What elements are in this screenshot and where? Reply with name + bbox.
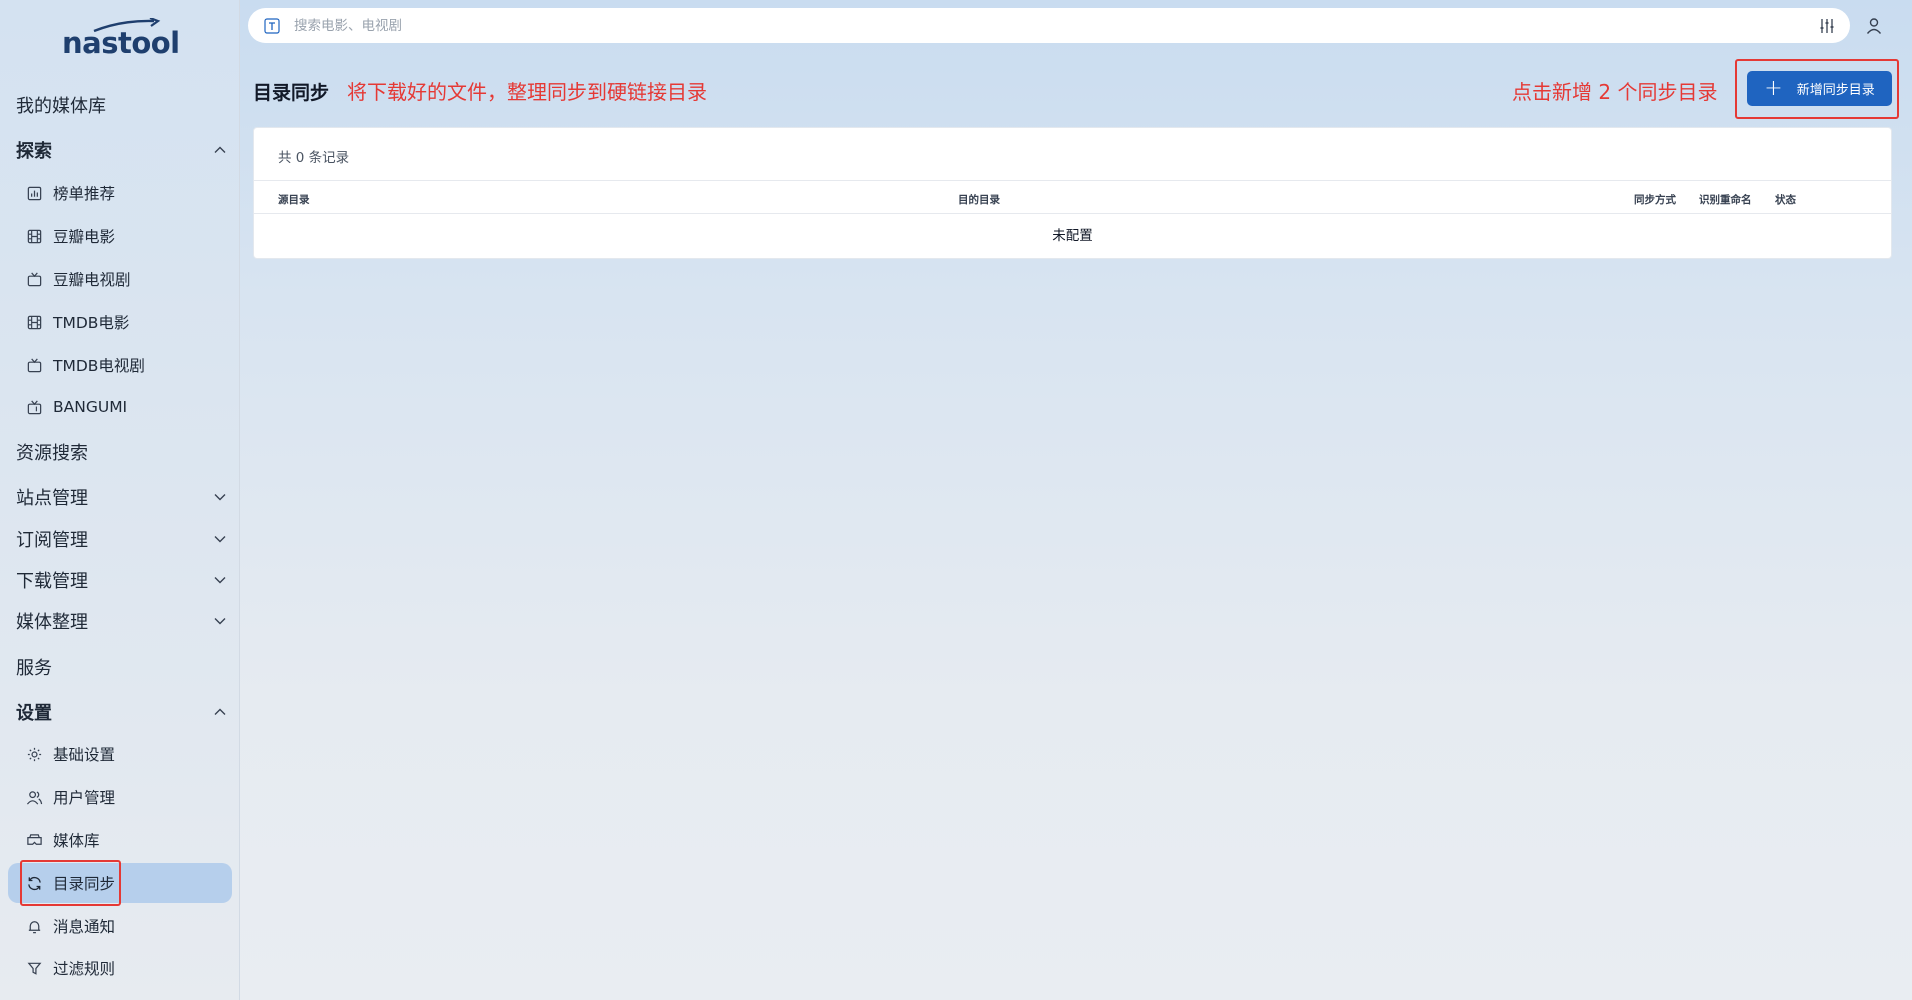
sidebar-item-label: 消息通知	[53, 918, 116, 936]
column-header-destination[interactable]: 目的目录	[958, 192, 1000, 207]
table-header: 源目录 目的目录 同步方式 识别重命名 状态	[254, 180, 1891, 214]
nav-my-library-label: 我的媒体库	[16, 96, 106, 117]
nav-services-label: 服务	[16, 658, 52, 679]
nav-subscription-management[interactable]: 订阅管理	[16, 522, 232, 556]
sidebar-item-label: 基础设置	[53, 746, 116, 764]
sidebar-item-label: TMDB电影	[53, 314, 130, 332]
nav-media-organize[interactable]: 媒体整理	[16, 604, 232, 638]
plus-icon: +	[1764, 75, 1783, 101]
sidebar-item-notifications[interactable]: 消息通知	[8, 906, 232, 946]
chevron-up-icon	[214, 146, 226, 153]
chevron-down-icon	[214, 577, 226, 584]
nav-explore-label: 探索	[16, 141, 52, 162]
annotation-note: 将下载好的文件，整理同步到硬链接目录	[347, 80, 707, 104]
sidebar-item-label: 目录同步	[53, 875, 116, 893]
chevron-down-icon	[214, 536, 226, 543]
add-sync-directory-button[interactable]: + 新增同步目录	[1747, 71, 1892, 106]
add-sync-directory-label: 新增同步目录	[1796, 83, 1875, 98]
chevron-down-icon	[214, 618, 226, 625]
app-logo[interactable]: nastool	[62, 18, 182, 62]
sidebar-item-filter-rules[interactable]: 过滤规则	[8, 948, 232, 988]
nav-settings[interactable]: 设置	[16, 695, 232, 729]
nav-my-library[interactable]: 我的媒体库	[16, 88, 232, 122]
sidebar-item-basic-settings[interactable]: 基础设置	[8, 734, 232, 774]
sidebar-item-bangumi[interactable]: BANGUMI	[8, 387, 232, 427]
sliders-icon[interactable]	[1818, 17, 1836, 35]
nav-services[interactable]: 服务	[16, 650, 232, 684]
column-header-rename[interactable]: 识别重命名	[1699, 192, 1752, 207]
column-header-source[interactable]: 源目录	[278, 192, 310, 207]
vr-glasses-icon	[27, 833, 42, 845]
sidebar-item-label: 榜单推荐	[53, 185, 116, 203]
gear-icon	[27, 747, 42, 761]
sidebar-item-directory-sync[interactable]: 目录同步	[8, 863, 232, 903]
sidebar-item-rankings[interactable]: 榜单推荐	[8, 173, 232, 213]
nav-site-management-label: 站点管理	[16, 488, 88, 509]
sidebar-item-label: 豆瓣电视剧	[53, 271, 131, 289]
nav-resource-search[interactable]: 资源搜索	[16, 435, 232, 469]
chart-icon	[27, 186, 42, 200]
sidebar: nastool 我的媒体库 探索 榜单推荐 豆瓣电影 豆瓣电视剧 TMDB电影 …	[0, 0, 240, 1000]
user-icon[interactable]	[1864, 16, 1884, 36]
chevron-up-icon	[214, 708, 226, 715]
annotation-right-note: 点击新增 2 个同步目录	[1512, 80, 1718, 104]
nav-download-management[interactable]: 下载管理	[16, 563, 232, 597]
tv-icon	[27, 357, 42, 372]
sidebar-item-label: 过滤规则	[53, 960, 116, 978]
tv-icon	[27, 271, 42, 286]
nav-site-management[interactable]: 站点管理	[16, 480, 232, 514]
users-icon	[26, 790, 43, 805]
nav-media-organize-label: 媒体整理	[16, 612, 88, 633]
filter-icon	[27, 962, 42, 975]
search-input[interactable]	[294, 17, 1694, 34]
sidebar-item-label: 媒体库	[53, 832, 100, 850]
page-title: 目录同步	[253, 82, 330, 104]
logo-text: nastool	[62, 26, 180, 60]
nav-settings-label: 设置	[16, 703, 52, 724]
film-icon	[27, 315, 42, 329]
empty-state-text: 未配置	[1052, 228, 1093, 244]
sidebar-item-label: TMDB电视剧	[53, 357, 145, 375]
retro-tv-icon	[27, 399, 42, 414]
sidebar-item-user-management[interactable]: 用户管理	[8, 777, 232, 817]
sidebar-item-tmdb-tv[interactable]: TMDB电视剧	[8, 345, 232, 385]
sidebar-item-label: BANGUMI	[53, 398, 128, 416]
column-header-status[interactable]: 状态	[1775, 192, 1796, 207]
film-icon	[27, 229, 42, 243]
record-count: 共 0 条记录	[278, 150, 350, 166]
column-header-sync-mode[interactable]: 同步方式	[1634, 192, 1676, 207]
sidebar-item-douban-tv[interactable]: 豆瓣电视剧	[8, 259, 232, 299]
nav-resource-search-label: 资源搜索	[16, 443, 88, 464]
nav-download-management-label: 下载管理	[16, 571, 88, 592]
nav-explore[interactable]: 探索	[16, 133, 232, 167]
bell-icon	[28, 920, 41, 933]
nav-subscription-management-label: 订阅管理	[16, 530, 88, 551]
text-type-icon	[264, 17, 280, 34]
sync-icon	[28, 876, 41, 890]
sync-directory-table: 共 0 条记录 源目录 目的目录 同步方式 识别重命名 状态 未配置	[253, 127, 1892, 259]
sidebar-item-label: 用户管理	[53, 789, 116, 807]
search-bar	[248, 8, 1850, 43]
chevron-down-icon	[214, 494, 226, 501]
sidebar-item-label: 豆瓣电影	[53, 228, 116, 246]
sidebar-item-douban-movies[interactable]: 豆瓣电影	[8, 216, 232, 256]
sidebar-item-media-library[interactable]: 媒体库	[8, 820, 232, 860]
sidebar-item-tmdb-movies[interactable]: TMDB电影	[8, 302, 232, 342]
